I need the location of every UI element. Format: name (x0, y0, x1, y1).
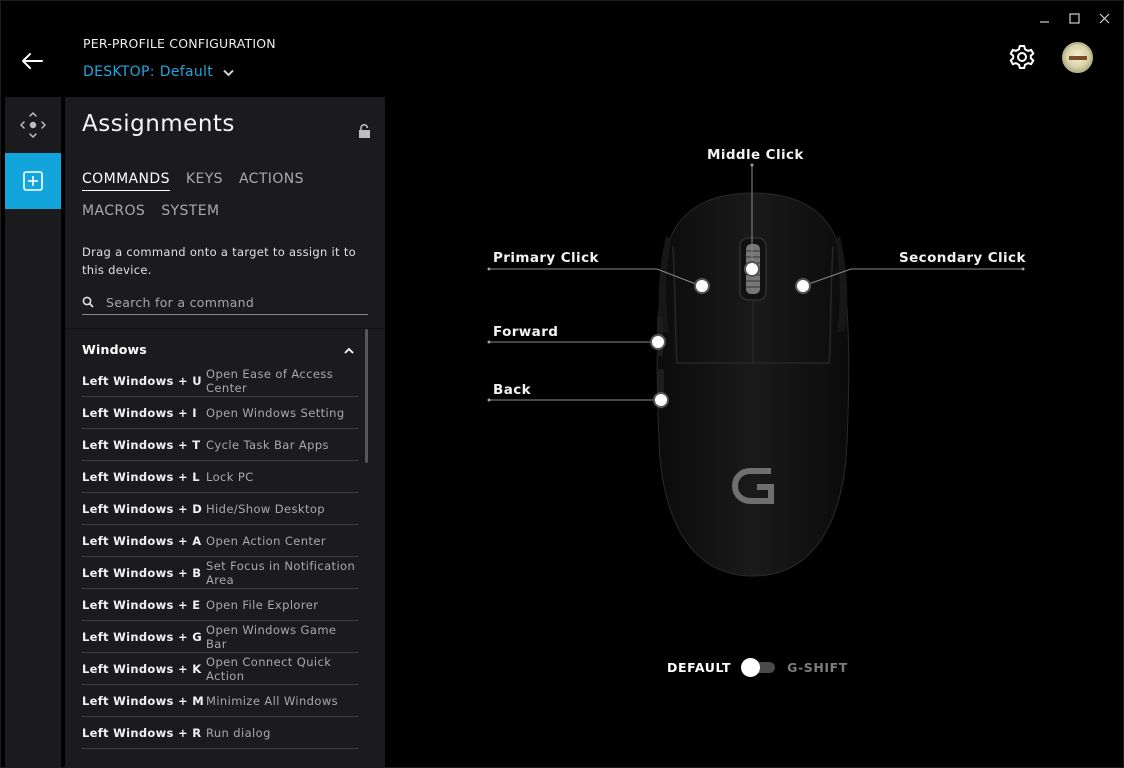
command-key: Left Windows + L (82, 469, 200, 484)
label-primary-click[interactable]: Primary Click (493, 250, 599, 266)
command-description: Open Ease of Access Center (206, 366, 334, 395)
command-row[interactable]: Left Windows + R Run dialog (82, 717, 358, 749)
command-description: Cycle Task Bar Apps (206, 437, 329, 452)
command-description: Open Windows Game Bar (206, 622, 337, 651)
target-back (653, 392, 669, 408)
profile-name: Default (159, 64, 214, 80)
command-description: Open Connect Quick Action (206, 654, 332, 683)
panel-title: Assignments (82, 111, 235, 137)
rail-assignments-icon[interactable] (5, 153, 61, 209)
search-icon (82, 293, 94, 312)
command-description: Minimize All Windows (206, 693, 339, 708)
command-key: Left Windows + B (82, 565, 202, 580)
close-icon[interactable] (1089, 7, 1119, 29)
avatar[interactable] (1062, 42, 1093, 73)
command-description: Run dialog (206, 725, 271, 740)
command-row[interactable]: Left Windows + E Open File Explorer (82, 589, 358, 621)
command-row[interactable]: Left Windows + B Set Focus in Notificatio… (82, 557, 358, 589)
chevron-up-icon[interactable] (344, 342, 354, 357)
command-description: Hide/Show Desktop (206, 501, 326, 516)
label-back[interactable]: Back (493, 382, 531, 398)
command-row[interactable]: Left Windows + L Lock PC (82, 461, 358, 493)
command-key: Left Windows + U (82, 373, 202, 388)
back-arrow-icon[interactable] (17, 47, 47, 75)
side-rail (5, 97, 61, 767)
rail-move-icon[interactable] (5, 97, 61, 153)
mode-gshift-label: G-SHIFT (787, 659, 848, 675)
label-secondary-click[interactable]: Secondary Click (899, 250, 1026, 266)
tab-system[interactable]: SYSTEM (161, 203, 219, 222)
mouse-diagram (487, 163, 1025, 577)
list-divider (65, 328, 385, 329)
tab-keys[interactable]: KEYS (186, 171, 223, 191)
page-title: PER-PROFILE CONFIGURATION (83, 36, 276, 51)
gear-icon[interactable] (1008, 43, 1036, 71)
minimize-icon[interactable] (1029, 7, 1059, 29)
command-key: Left Windows + D (82, 501, 203, 516)
target-primary-click (694, 278, 710, 294)
label-forward[interactable]: Forward (493, 324, 558, 340)
command-row[interactable]: Left Windows + A Open Action Center (82, 525, 358, 557)
command-row[interactable]: Left Windows + D Hide/Show Desktop (82, 493, 358, 525)
section-header-windows[interactable]: Windows (82, 339, 354, 359)
command-description: Open Action Center (206, 533, 326, 548)
command-row[interactable]: Left Windows + K Open Connect Quick Actio… (82, 653, 358, 685)
window-controls (1029, 7, 1119, 29)
command-description: Set Focus in Notification Area (206, 558, 356, 587)
unlock-icon[interactable] (358, 123, 371, 142)
search-input[interactable] (104, 294, 354, 311)
target-middle-click (744, 261, 760, 277)
assignment-tabs: COMMANDS KEYS ACTIONS MACROS SYSTEM (82, 171, 372, 234)
list-scrollbar[interactable] (365, 329, 368, 463)
command-key: Left Windows + I (82, 405, 197, 420)
gshift-toggle-switch[interactable] (741, 658, 777, 677)
command-description: Lock PC (206, 469, 254, 484)
command-list: Left Windows + U Open Ease of Access Cent… (82, 365, 358, 749)
mode-default-label: DEFAULT (667, 659, 732, 675)
profile-prefix: DESKTOP: (83, 64, 155, 80)
tab-actions[interactable]: ACTIONS (239, 171, 304, 191)
chevron-down-icon (223, 65, 234, 81)
search-box (82, 291, 368, 315)
target-forward (650, 334, 666, 350)
assignments-panel: Assignments COMMANDS KEYS ACTIONS MACROS… (65, 97, 385, 767)
profile-selector[interactable]: DESKTOP: Default (83, 63, 234, 81)
label-middle-click[interactable]: Middle Click (707, 147, 804, 163)
tab-commands[interactable]: COMMANDS (82, 171, 170, 191)
command-key: Left Windows + R (82, 725, 202, 740)
section-title: Windows (82, 341, 147, 357)
command-key: Left Windows + E (82, 597, 201, 612)
command-description: Open File Explorer (206, 597, 319, 612)
command-row[interactable]: Left Windows + T Cycle Task Bar Apps (82, 429, 358, 461)
target-secondary-click (795, 278, 811, 294)
command-row[interactable]: Left Windows + G Open Windows Game Bar (82, 621, 358, 653)
command-row[interactable]: Left Windows + M Minimize All Windows (82, 685, 358, 717)
command-key: Left Windows + G (82, 629, 202, 644)
panel-description: Drag a command onto a target to assign i… (82, 245, 356, 277)
command-key: Left Windows + M (82, 693, 204, 708)
command-key: Left Windows + A (82, 533, 202, 548)
command-row[interactable]: Left Windows + I Open Windows Setting (82, 397, 358, 429)
command-row[interactable]: Left Windows + U Open Ease of Access Cent… (82, 365, 358, 397)
maximize-icon[interactable] (1059, 7, 1089, 29)
command-key: Left Windows + K (82, 661, 202, 676)
ghub-window: PER-PROFILE CONFIGURATION DESKTOP: Defau… (0, 0, 1124, 768)
command-description: Open Windows Setting (206, 405, 345, 420)
tab-macros[interactable]: MACROS (82, 203, 145, 222)
command-key: Left Windows + T (82, 437, 201, 452)
mode-toggle: DEFAULT G-SHIFT (667, 658, 848, 677)
